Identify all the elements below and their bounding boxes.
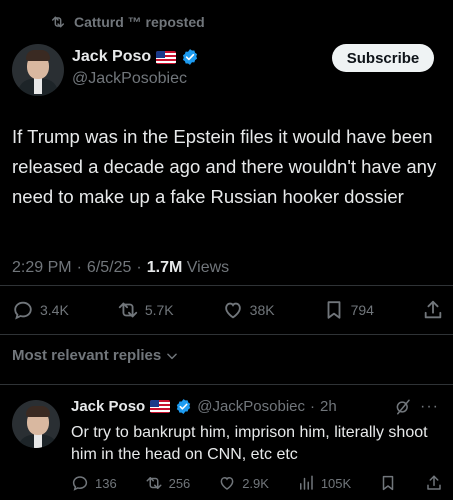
reply-bookmark-button[interactable] xyxy=(379,474,397,492)
repost-text: Catturd ™ reposted xyxy=(74,14,205,30)
reply-avatar[interactable] xyxy=(12,400,60,448)
reply-author-handle[interactable]: @JackPosobiec xyxy=(197,398,305,415)
more-options-icon[interactable]: ··· xyxy=(420,398,439,416)
reply-repost-button[interactable]: 256 xyxy=(145,474,191,492)
like-button[interactable]: 38K xyxy=(222,299,275,321)
reply-sort-label: Most relevant replies xyxy=(12,347,162,364)
post-views-label: Views xyxy=(186,259,230,276)
repost-icon xyxy=(117,299,139,321)
repost-icon xyxy=(145,474,163,492)
post-meta: 2:29 PM · 6/5/25 · 1.7M Views xyxy=(12,259,230,277)
reply-repost-count: 256 xyxy=(168,475,191,491)
post-text: If Trump was in the Epstein files it wou… xyxy=(12,126,437,207)
bookmark-count: 794 xyxy=(350,302,374,318)
share-icon xyxy=(425,474,443,492)
author-avatar[interactable] xyxy=(12,44,64,96)
author-name-line[interactable]: Jack Poso xyxy=(72,48,199,66)
divider xyxy=(0,285,453,286)
post-date[interactable]: 6/5/25 xyxy=(87,259,131,277)
reply-like-count: 2.9K xyxy=(242,475,269,491)
reply-header: Jack Poso @JackPosobiec · 2h xyxy=(71,398,337,415)
bookmark-icon xyxy=(379,474,397,492)
author-handle[interactable]: @JackPosobiec xyxy=(72,70,187,88)
divider xyxy=(0,384,453,385)
reply-time[interactable]: 2h xyxy=(320,398,337,415)
reply-views-count: 105K xyxy=(320,475,352,491)
reply-icon xyxy=(71,474,89,492)
chevron-down-icon xyxy=(165,349,179,363)
grok-icon[interactable] xyxy=(394,398,412,416)
verified-badge-icon xyxy=(175,398,192,415)
repost-button[interactable]: 5.7K xyxy=(117,299,174,321)
reply-views-button[interactable]: 105K xyxy=(297,474,351,492)
share-icon xyxy=(422,299,444,321)
heart-icon xyxy=(218,474,236,492)
post-time[interactable]: 2:29 PM xyxy=(12,259,72,277)
post-views-count: 1.7M xyxy=(146,259,183,276)
us-flag-icon xyxy=(150,400,171,413)
bookmark-button[interactable]: 794 xyxy=(323,299,374,321)
like-count: 38K xyxy=(249,302,275,318)
reply-reply-button[interactable]: 136 xyxy=(71,474,117,492)
heart-icon xyxy=(222,299,244,321)
author-name[interactable]: Jack Poso xyxy=(72,48,151,66)
reply-count: 3.4K xyxy=(40,302,69,318)
verified-badge-icon xyxy=(181,48,199,66)
reply-sort-dropdown[interactable]: Most relevant replies xyxy=(12,347,179,364)
reply-text: Or try to bankrupt him, imprison him, li… xyxy=(71,424,428,463)
views-chart-icon xyxy=(297,474,315,492)
repost-icon xyxy=(50,14,66,30)
repost-count: 5.7K xyxy=(144,302,174,318)
reply-icon xyxy=(12,299,34,321)
share-button[interactable] xyxy=(422,299,444,321)
reply-actions: 136 256 2.9K 105K xyxy=(71,472,443,494)
us-flag-icon xyxy=(156,50,177,64)
reply-button[interactable]: 3.4K xyxy=(12,299,69,321)
post-actions: 3.4K 5.7K 38K 794 xyxy=(12,296,444,324)
reply-author-name[interactable]: Jack Poso xyxy=(71,398,145,415)
reply-reply-count: 136 xyxy=(95,475,117,491)
divider xyxy=(0,334,453,335)
repost-header[interactable]: Catturd ™ reposted xyxy=(50,12,205,32)
reply-like-button[interactable]: 2.9K xyxy=(218,474,269,492)
bookmark-icon xyxy=(323,299,345,321)
reply-share-button[interactable] xyxy=(425,474,443,492)
subscribe-button[interactable]: Subscribe xyxy=(332,44,434,72)
